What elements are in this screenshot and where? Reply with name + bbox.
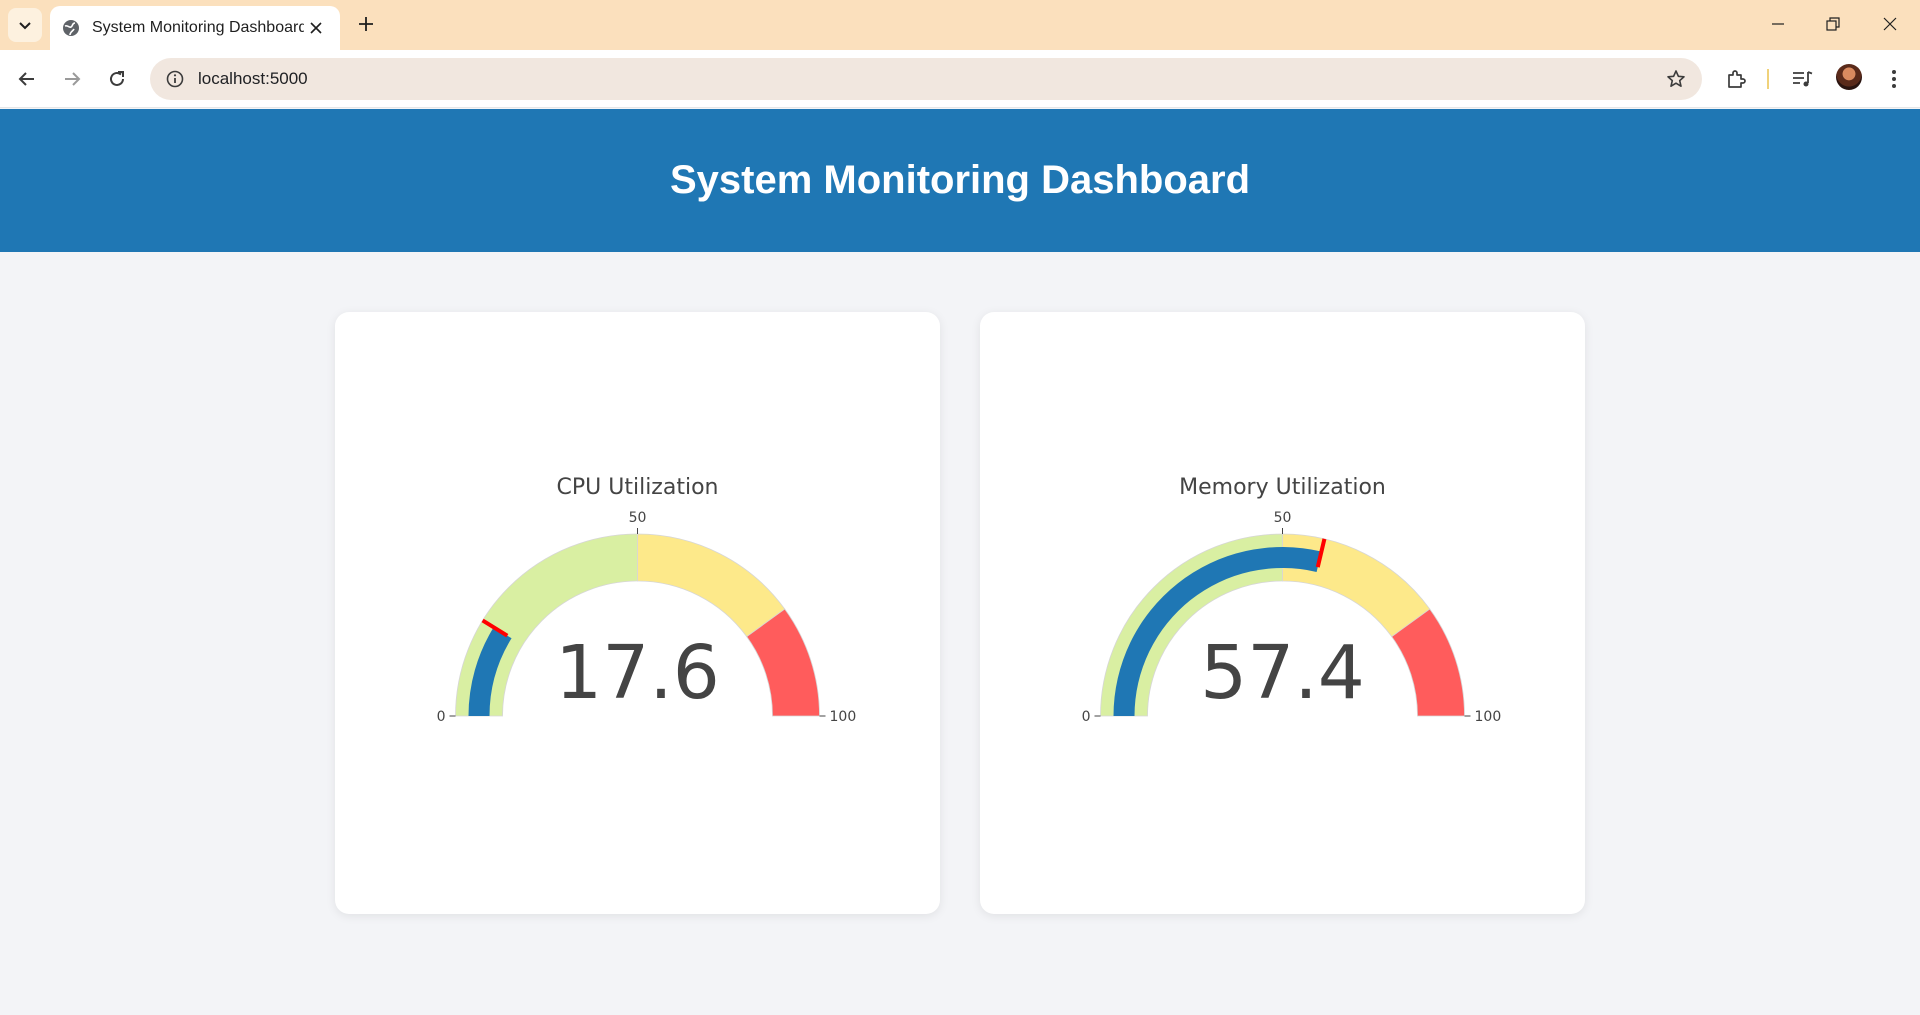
tick-label-mid: 50 xyxy=(629,510,647,526)
star-icon[interactable] xyxy=(1660,63,1692,95)
tick-label-min: 0 xyxy=(1082,709,1091,725)
extensions-button[interactable] xyxy=(1720,63,1752,95)
browser-toolbar: localhost:5000 xyxy=(0,50,1920,108)
url-text[interactable]: localhost:5000 xyxy=(198,69,1660,89)
globe-icon xyxy=(62,19,80,37)
toolbar-divider xyxy=(1767,69,1769,89)
minimize-button[interactable] xyxy=(1754,6,1802,42)
forward-icon xyxy=(65,72,81,86)
browser-tab[interactable]: System Monitoring Dashboard xyxy=(50,6,340,50)
tick-label-min: 0 xyxy=(437,709,446,725)
avatar[interactable] xyxy=(1836,64,1862,90)
memory-gauge-chart: Memory Utilization 50 0 100 57.4 xyxy=(1082,475,1502,725)
tick-label-max: 100 xyxy=(1475,709,1502,725)
cpu-gauge-card: CPU Utilization 50 0 100 17.6 xyxy=(335,312,940,914)
media-icon xyxy=(1793,71,1813,87)
gauge-value: 17.6 xyxy=(555,630,720,716)
close-window-button[interactable] xyxy=(1866,6,1914,42)
memory-gauge-card: Memory Utilization 50 0 100 57.4 xyxy=(980,312,1585,914)
tick-label-max: 100 xyxy=(830,709,857,725)
back-button[interactable] xyxy=(9,61,45,97)
gauge-title: Memory Utilization xyxy=(1179,475,1386,500)
tick-label-mid: 50 xyxy=(1274,510,1292,526)
close-icon[interactable] xyxy=(304,16,328,40)
tab-search-icon xyxy=(19,22,31,30)
gauge-value: 57.4 xyxy=(1200,630,1365,716)
menu-icon xyxy=(1892,70,1896,88)
close-window-icon xyxy=(1883,17,1897,31)
reload-icon xyxy=(110,71,124,86)
dashboard-header: System Monitoring Dashboard xyxy=(0,109,1920,252)
tab-title: System Monitoring Dashboard xyxy=(92,19,304,36)
reload-button[interactable] xyxy=(99,61,135,97)
restore-button[interactable] xyxy=(1809,6,1857,42)
tab-search-button[interactable] xyxy=(8,8,42,42)
media-button[interactable] xyxy=(1786,63,1818,95)
cpu-gauge-chart: CPU Utilization 50 0 100 17.6 xyxy=(437,475,857,725)
plus-icon xyxy=(359,17,373,31)
info-icon[interactable] xyxy=(164,68,186,90)
gauge-title: CPU Utilization xyxy=(557,475,719,500)
gauge-step-1 xyxy=(637,533,786,638)
minimize-icon xyxy=(1772,23,1784,25)
address-bar[interactable]: localhost:5000 xyxy=(150,58,1702,100)
tab-strip: System Monitoring Dashboard xyxy=(0,0,1920,50)
new-tab-button[interactable] xyxy=(350,8,382,40)
forward-button[interactable] xyxy=(54,61,90,97)
page-title: System Monitoring Dashboard xyxy=(669,158,1251,202)
menu-button[interactable] xyxy=(1878,63,1910,95)
back-icon xyxy=(18,72,34,86)
extensions-icon xyxy=(1728,70,1746,88)
restore-icon xyxy=(1826,17,1840,31)
